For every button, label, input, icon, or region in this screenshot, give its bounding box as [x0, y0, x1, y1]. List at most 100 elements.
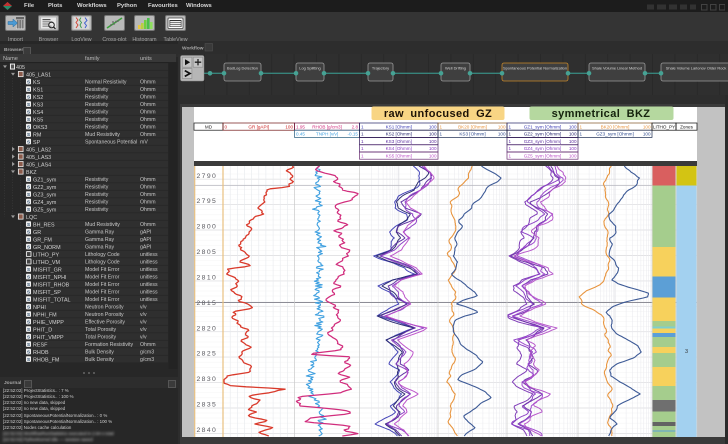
svg-text:GZ3_sym: GZ3_sym	[33, 192, 57, 198]
svg-text:v/v: v/v	[140, 305, 147, 311]
svg-text:raw unfocused GZ: raw unfocused GZ	[384, 108, 492, 120]
svg-text:GZ4_sym: GZ4_sym	[33, 200, 57, 206]
svg-text:100: 100	[569, 132, 577, 137]
svg-text:Log Splitting: Log Splitting	[299, 65, 320, 70]
svg-text:unitless: unitless	[140, 252, 158, 258]
svg-text:S: S	[27, 229, 30, 234]
svg-text:KS1: KS1	[33, 87, 43, 93]
svg-text:Resistivity: Resistivity	[85, 102, 109, 108]
svg-text:100: 100	[643, 132, 651, 137]
svg-text:Shale Volume Linear Method: Shale Volume Linear Method	[592, 65, 642, 70]
svg-text:Ohmm: Ohmm	[140, 95, 156, 101]
svg-text:100: 100	[569, 139, 577, 144]
svg-text:symmetrical BKZ: symmetrical BKZ	[552, 108, 651, 120]
svg-text:S: S	[27, 222, 30, 227]
svg-text:2800: 2800	[197, 224, 218, 231]
svg-text:NPHI: NPHI	[33, 305, 46, 311]
svg-text:unitless: unitless	[140, 267, 158, 273]
svg-text:gAPI: gAPI	[140, 230, 151, 236]
svg-text:S: S	[27, 304, 30, 309]
svg-text:gAPI: gAPI	[140, 237, 151, 243]
svg-text:unitless: unitless	[140, 297, 158, 303]
svg-text:KS: KS	[33, 80, 41, 86]
svg-text:S: S	[27, 177, 30, 182]
svg-text:PHIE_VMPP: PHIE_VMPP	[33, 320, 64, 326]
svg-text:Resistivity: Resistivity	[85, 200, 109, 206]
svg-text:unitless: unitless	[140, 290, 158, 296]
svg-text:Resistivity: Resistivity	[85, 177, 109, 183]
svg-text:Mud Resistivity: Mud Resistivity	[85, 222, 120, 228]
svg-text:RHOB_FM: RHOB_FM	[33, 357, 60, 363]
svg-text:MISFIT_RHOB: MISFIT_RHOB	[33, 282, 70, 288]
svg-text:RHOB [g/cm3]: RHOB [g/cm3]	[312, 124, 342, 129]
svg-text:2840: 2840	[197, 427, 218, 434]
svg-text:1: 1	[440, 132, 443, 137]
svg-text:LITHO_PY: LITHO_PY	[653, 124, 675, 129]
svg-text:2835: 2835	[197, 402, 218, 409]
svg-text:Ohmm: Ohmm	[140, 102, 156, 108]
svg-text:100: 100	[429, 153, 437, 158]
svg-text:v/v: v/v	[140, 320, 147, 326]
svg-text:S: S	[27, 192, 30, 197]
svg-text:BH_RES: BH_RES	[33, 222, 55, 228]
svg-text:TNPH [v/v]: TNPH [v/v]	[316, 132, 338, 137]
svg-text:S: S	[27, 109, 30, 114]
svg-text:0: 0	[225, 124, 228, 129]
svg-text:Neutron Porosity: Neutron Porosity	[85, 312, 124, 318]
svg-text:RM: RM	[33, 132, 42, 138]
svg-text:Ohmm: Ohmm	[140, 200, 156, 206]
svg-text:2815: 2815	[197, 300, 218, 307]
svg-text:PHIT_VMPP: PHIT_VMPP	[33, 335, 64, 341]
svg-text:GR [gAPI]: GR [gAPI]	[248, 124, 269, 129]
svg-text:100: 100	[569, 153, 577, 158]
svg-text:Resistivity: Resistivity	[85, 117, 109, 123]
svg-text:MISFIT_GR: MISFIT_GR	[33, 267, 62, 273]
svg-text:1: 1	[361, 139, 364, 144]
svg-text:Ohmm: Ohmm	[140, 192, 156, 198]
svg-text:S: S	[27, 207, 30, 212]
svg-text:KS1 [Ohmm]: KS1 [Ohmm]	[386, 124, 412, 129]
svg-text:2805: 2805	[197, 249, 218, 256]
svg-text:100: 100	[429, 139, 437, 144]
svg-text:Well Drifting: Well Drifting	[445, 65, 466, 70]
svg-text:Spontaneous Potential: Spontaneous Potential	[85, 140, 137, 146]
svg-text:KS3 [Ohmm]: KS3 [Ohmm]	[459, 132, 485, 137]
svg-text:GZ2_sym: GZ2_sym	[33, 185, 57, 191]
svg-text:S: S	[27, 94, 30, 99]
svg-text:KS2: KS2	[33, 95, 43, 101]
svg-text:S: S	[27, 319, 30, 324]
svg-text:Model Fit Error: Model Fit Error	[85, 275, 120, 281]
svg-text:100: 100	[429, 124, 437, 129]
svg-text:Trajectory: Trajectory	[372, 65, 389, 70]
svg-text:405_LAS2: 405_LAS2	[26, 147, 51, 153]
svg-text:MISFIT_TOTAL: MISFIT_TOTAL	[33, 297, 71, 303]
svg-text:1.95: 1.95	[296, 124, 305, 129]
svg-text:KS5: KS5	[33, 117, 43, 123]
svg-text:GZ1_sym: GZ1_sym	[33, 177, 57, 183]
svg-text:S: S	[27, 124, 30, 129]
svg-text:Gamma Ray: Gamma Ray	[85, 230, 115, 236]
svg-text:100: 100	[285, 124, 293, 129]
svg-text:Ohmm: Ohmm	[140, 207, 156, 213]
svg-text:1: 1	[580, 124, 583, 129]
svg-text:1: 1	[361, 153, 364, 158]
svg-text:Mud Resistivity: Mud Resistivity	[85, 132, 120, 138]
svg-text:Ohmm: Ohmm	[140, 132, 156, 138]
svg-text:Resistivity: Resistivity	[85, 95, 109, 101]
svg-text:Resistivity: Resistivity	[85, 207, 109, 213]
svg-text:405: 405	[16, 65, 25, 71]
svg-text:Model Fit Error: Model Fit Error	[85, 282, 120, 288]
svg-text:KS5 [Ohmm]: KS5 [Ohmm]	[386, 153, 412, 158]
svg-text:unitless: unitless	[140, 282, 158, 288]
svg-text:100: 100	[569, 146, 577, 151]
svg-text:S: S	[27, 267, 30, 272]
svg-text:RESF: RESF	[33, 342, 48, 348]
svg-text:S: S	[27, 334, 30, 339]
svg-text:S: S	[27, 327, 30, 332]
svg-text:100: 100	[569, 124, 577, 129]
svg-text:GZ3_sym [Ohmm]: GZ3_sym [Ohmm]	[596, 132, 634, 137]
svg-text:3: 3	[685, 349, 688, 355]
svg-text:GZ2_sym [Ohmm]: GZ2_sym [Ohmm]	[524, 132, 562, 137]
svg-text:1: 1	[361, 146, 364, 151]
svg-text:S: S	[27, 357, 30, 362]
